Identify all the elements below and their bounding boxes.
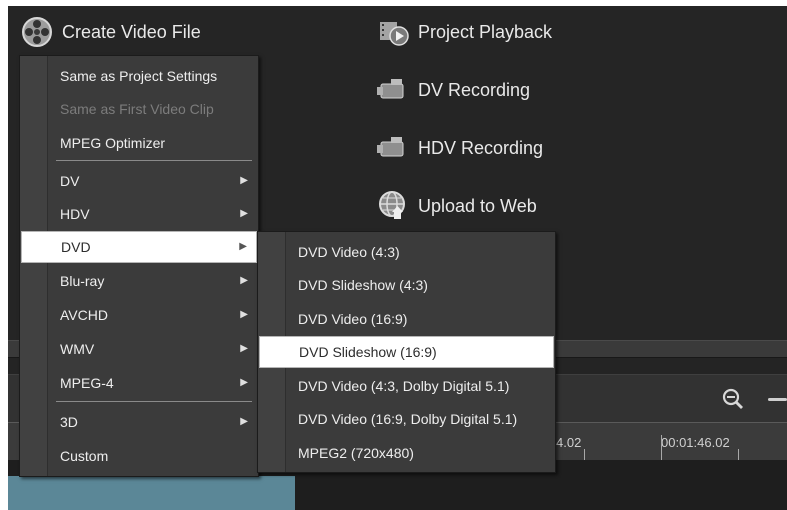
menu-item-same-as-project[interactable]: Same as Project Settings (21, 60, 257, 92)
menu-item-label: DVD Slideshow (16:9) (299, 344, 437, 360)
menu-item-label: DVD Video (16:9, Dolby Digital 5.1) (298, 411, 518, 427)
timecode-partial: 4.02 (556, 435, 582, 450)
menu-item-label: DVD Video (16:9) (298, 311, 408, 327)
menu-item-same-as-first-clip: Same as First Video Clip (21, 93, 257, 125)
menu-item-label: WMV (60, 341, 95, 357)
menu-item-label: DVD Slideshow (4:3) (298, 277, 428, 293)
menu-item-label: HDV (60, 206, 90, 222)
submenu-item-mpeg2-720x480[interactable]: MPEG2 (720x480) (259, 437, 554, 469)
menu-item-label: MPEG-4 (60, 375, 114, 391)
submenu-arrow-icon: ▶ (239, 241, 247, 252)
upload-to-web-option[interactable]: Upload to Web (376, 188, 537, 224)
menu-separator (56, 160, 252, 161)
globe-upload-icon (376, 189, 410, 223)
submenu-item-dvd-slideshow-4-3[interactable]: DVD Slideshow (4:3) (259, 269, 554, 301)
submenu-item-dvd-video-16-9-dolby[interactable]: DVD Video (16:9, Dolby Digital 5.1) (259, 403, 554, 435)
menu-item-dv[interactable]: DV ▶ (21, 165, 257, 197)
menu-item-label: Same as First Video Clip (60, 101, 214, 117)
submenu-item-dvd-video-4-3-dolby[interactable]: DVD Video (4:3, Dolby Digital 5.1) (259, 370, 554, 402)
hdv-recording-label: HDV Recording (418, 137, 544, 158)
menu-item-label: 3D (60, 414, 78, 430)
zoom-slider[interactable] (768, 398, 787, 401)
dv-recording-label: DV Recording (418, 79, 531, 100)
menu-item-blu-ray[interactable]: Blu-ray ▶ (21, 265, 257, 297)
submenu-arrow-icon: ▶ (240, 175, 248, 186)
film-play-icon (376, 15, 410, 49)
menu-item-mpeg4[interactable]: MPEG-4 ▶ (21, 367, 257, 399)
menu-item-label: Blu-ray (60, 273, 105, 289)
submenu-item-dvd-slideshow-16-9[interactable]: DVD Slideshow (16:9) (259, 336, 554, 368)
submenu-arrow-icon: ▶ (240, 377, 248, 388)
output-format-menu: Same as Project Settings Same as First V… (19, 55, 259, 477)
timecode-label: 00:01:46.02 (661, 435, 730, 450)
submenu-item-dvd-video-4-3[interactable]: DVD Video (4:3) (259, 236, 554, 268)
menu-item-label: Custom (60, 448, 109, 464)
submenu-arrow-icon: ▶ (240, 275, 248, 286)
dv-recording-option[interactable]: DV Recording (376, 72, 530, 108)
timeline-clip[interactable] (8, 476, 295, 510)
menu-item-mpeg-optimizer[interactable]: MPEG Optimizer (21, 127, 257, 159)
submenu-arrow-icon: ▶ (240, 416, 248, 427)
film-reel-icon (20, 15, 54, 49)
create-video-file-label: Create Video File (62, 21, 201, 42)
menu-item-avchd[interactable]: AVCHD ▶ (21, 299, 257, 331)
submenu-arrow-icon: ▶ (240, 343, 248, 354)
menu-item-label: AVCHD (60, 307, 108, 323)
project-playback-option[interactable]: Project Playback (376, 14, 552, 50)
menu-item-label: Same as Project Settings (60, 68, 218, 84)
upload-to-web-label: Upload to Web (418, 195, 537, 216)
submenu-arrow-icon: ▶ (240, 309, 248, 320)
menu-separator (56, 401, 252, 402)
create-video-file-option[interactable]: Create Video File (20, 14, 201, 50)
menu-item-label: DVD Video (4:3, Dolby Digital 5.1) (298, 378, 510, 394)
dvd-submenu: DVD Video (4:3) DVD Slideshow (4:3) DVD … (257, 231, 556, 473)
zoom-out-icon[interactable] (720, 386, 746, 412)
submenu-item-dvd-video-16-9[interactable]: DVD Video (16:9) (259, 303, 554, 335)
camcorder-icon (376, 131, 410, 165)
menu-item-custom[interactable]: Custom (21, 440, 257, 472)
menu-item-label: MPEG2 (720x480) (298, 445, 414, 461)
menu-item-label: DV (60, 173, 80, 189)
menu-item-label: DVD (61, 239, 91, 255)
project-playback-label: Project Playback (418, 21, 553, 42)
menu-item-dvd[interactable]: DVD ▶ (21, 231, 257, 263)
menu-item-3d[interactable]: 3D ▶ (21, 406, 257, 438)
menu-item-hdv[interactable]: HDV ▶ (21, 198, 257, 230)
hdv-recording-option[interactable]: HDV Recording (376, 130, 543, 166)
submenu-arrow-icon: ▶ (240, 208, 248, 219)
ruler-tick (661, 435, 662, 461)
camcorder-icon (376, 73, 410, 107)
menu-item-label: MPEG Optimizer (60, 135, 166, 151)
menu-item-wmv[interactable]: WMV ▶ (21, 333, 257, 365)
menu-item-label: DVD Video (4:3) (298, 244, 400, 260)
